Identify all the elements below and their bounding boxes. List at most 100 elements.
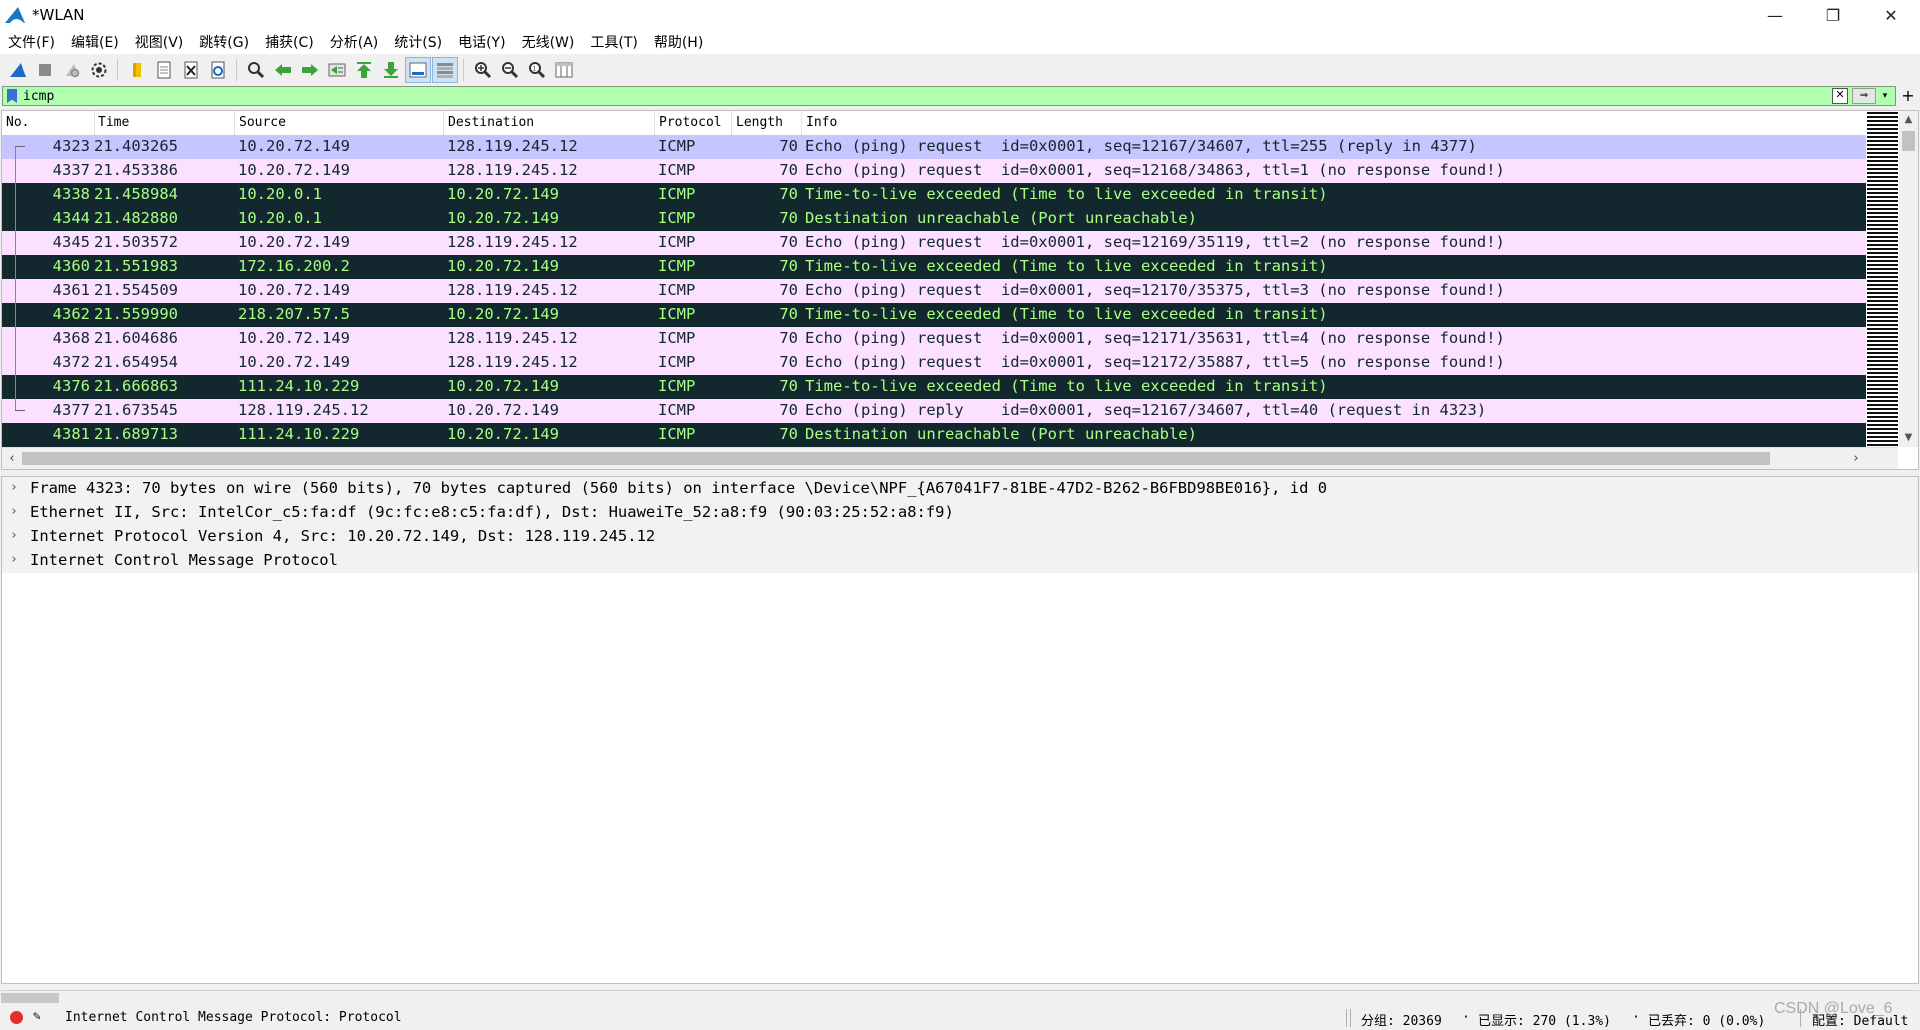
column-header-source[interactable]: Source: [239, 115, 286, 130]
zoom-reset-button[interactable]: 1: [525, 58, 549, 82]
column-divider[interactable]: [234, 111, 235, 135]
packet-row[interactable]: 4345 21.503572 10.20.72.149 128.119.245.12 I…: [2, 231, 1866, 255]
scroll-thumb[interactable]: [1902, 131, 1915, 151]
menu-go[interactable]: 跳转(G): [191, 32, 257, 52]
chevron-right-icon[interactable]: ›: [10, 552, 18, 567]
restore-button[interactable]: ❐: [1804, 0, 1862, 30]
column-divider[interactable]: [731, 111, 732, 135]
packet-destination: 128.119.245.12: [447, 281, 578, 299]
add-filter-button[interactable]: +: [1898, 86, 1918, 106]
packet-row[interactable]: 4338 21.458984 10.20.0.1 10.20.72.149 ICMP 70…: [2, 183, 1866, 207]
scroll-thumb[interactable]: [1, 993, 59, 1003]
packet-row[interactable]: 4376 21.666863 111.24.10.229 10.20.72.149 IC…: [2, 375, 1866, 399]
find-packet-button[interactable]: [244, 58, 268, 82]
go-last-packet-button[interactable]: [379, 58, 403, 82]
column-header-destination[interactable]: Destination: [448, 115, 534, 130]
start-capture-button[interactable]: [6, 58, 30, 82]
packet-row[interactable]: 4337 21.453386 10.20.72.149 128.119.245.12 I…: [2, 159, 1866, 183]
packet-row[interactable]: 4381 21.689713 111.24.10.229 10.20.72.149 IC…: [2, 423, 1866, 447]
scroll-thumb[interactable]: [22, 452, 1770, 465]
go-back-button[interactable]: [271, 58, 295, 82]
close-file-button[interactable]: [179, 58, 203, 82]
auto-scroll-button[interactable]: [404, 57, 431, 83]
column-header-length[interactable]: Length: [736, 115, 783, 130]
capture-options-button[interactable]: [87, 58, 111, 82]
packet-destination: 10.20.72.149: [447, 305, 559, 323]
detail-row-frame[interactable]: › Frame 4323: 70 bytes on wire (560 bits)…: [2, 477, 1918, 501]
resize-columns-button[interactable]: [552, 58, 576, 82]
clear-filter-button[interactable]: ✕: [1832, 88, 1848, 104]
packet-list-minimap[interactable]: [1867, 112, 1898, 447]
packet-list-vertical-scrollbar[interactable]: ▲ ▼: [1899, 111, 1918, 447]
reload-icon: [211, 61, 224, 79]
column-header-no[interactable]: No.: [6, 115, 29, 130]
menu-tools[interactable]: 工具(T): [582, 32, 645, 52]
save-file-button[interactable]: [152, 58, 176, 82]
minimize-button[interactable]: —: [1746, 0, 1804, 30]
scroll-up-icon[interactable]: ▲: [1899, 111, 1918, 129]
packet-row[interactable]: 4361 21.554509 10.20.72.149 128.119.245.12 I…: [2, 279, 1866, 303]
menu-statistics[interactable]: 统计(S): [386, 32, 450, 52]
detail-row-ethernet[interactable]: › Ethernet II, Src: IntelCor_c5:fa:df (9c…: [2, 501, 1918, 525]
scroll-down-icon[interactable]: ▼: [1899, 429, 1918, 447]
packet-list-horizontal-scrollbar[interactable]: ‹ ›: [2, 447, 1898, 469]
packet-protocol: ICMP: [658, 281, 696, 299]
bookmark-icon[interactable]: [7, 89, 17, 103]
column-divider[interactable]: [654, 111, 655, 135]
column-header-time[interactable]: Time: [98, 115, 129, 130]
go-to-packet-button[interactable]: [325, 58, 349, 82]
menu-wireless[interactable]: 无线(W): [514, 32, 583, 52]
zoom-in-button[interactable]: [471, 58, 495, 82]
reload-file-button[interactable]: [206, 58, 230, 82]
column-header-protocol[interactable]: Protocol: [659, 115, 722, 130]
packet-details-pane: › Frame 4323: 70 bytes on wire (560 bits)…: [1, 476, 1919, 984]
colorize-button[interactable]: [431, 57, 458, 83]
packet-row[interactable]: 4368 21.604686 10.20.72.149 128.119.245.12 I…: [2, 327, 1866, 351]
bytes-pane-scrollbar[interactable]: [1, 990, 1919, 1005]
chevron-right-icon[interactable]: ›: [10, 504, 18, 519]
close-file-icon: [184, 61, 197, 79]
close-button[interactable]: ✕: [1862, 0, 1920, 30]
menu-help[interactable]: 帮助(H): [646, 32, 711, 52]
detail-row-icmp[interactable]: › Internet Control Message Protocol: [2, 549, 1918, 573]
packet-row[interactable]: 4323 21.403265 10.20.72.149 128.119.245.12 I…: [2, 135, 1866, 159]
go-to-packet-icon: [328, 63, 345, 77]
display-filter-input[interactable]: [23, 87, 1832, 105]
chevron-right-icon[interactable]: ›: [10, 480, 18, 495]
menu-analyze[interactable]: 分析(A): [322, 32, 387, 52]
menu-capture[interactable]: 捕获(C): [257, 32, 322, 52]
packet-info: Echo (ping) request id=0x0001, seq=12167…: [805, 137, 1477, 155]
open-file-button[interactable]: [125, 58, 149, 82]
restart-capture-button[interactable]: [60, 58, 84, 82]
packet-row[interactable]: 4377 21.673545 128.119.245.12 10.20.72.149 I…: [2, 399, 1866, 423]
column-header-info[interactable]: Info: [806, 115, 837, 130]
stop-capture-button[interactable]: [33, 58, 57, 82]
zoom-out-button[interactable]: [498, 58, 522, 82]
status-bar: ✎ Internet Control Message Protocol: Pro…: [0, 1006, 1920, 1030]
detail-row-ipv4[interactable]: › Internet Protocol Version 4, Src: 10.20…: [2, 525, 1918, 549]
menu-telephony[interactable]: 电话(Y): [450, 32, 513, 52]
column-divider[interactable]: [443, 111, 444, 135]
packet-source: 10.20.0.1: [238, 185, 322, 203]
filter-history-dropdown[interactable]: ▾: [1879, 91, 1891, 101]
menu-edit[interactable]: 编辑(E): [63, 32, 127, 52]
go-forward-button[interactable]: [298, 58, 322, 82]
go-first-packet-button[interactable]: [352, 58, 376, 82]
scroll-left-icon[interactable]: ‹: [2, 448, 22, 469]
menu-view[interactable]: 视图(V): [127, 32, 192, 52]
column-divider[interactable]: [94, 111, 95, 135]
packet-row[interactable]: 4362 21.559990 218.207.57.5 10.20.72.149 ICM…: [2, 303, 1866, 327]
status-separator: [1346, 1009, 1347, 1027]
packet-row[interactable]: 4360 21.551983 172.16.200.2 10.20.72.149 ICM…: [2, 255, 1866, 279]
column-divider[interactable]: [801, 111, 802, 135]
packet-row[interactable]: 4344 21.482880 10.20.0.1 10.20.72.149 ICMP 70…: [2, 207, 1866, 231]
edit-comment-icon[interactable]: ✎: [33, 1009, 41, 1024]
menu-file[interactable]: 文件(F): [0, 32, 63, 52]
menu-bar: 文件(F) 编辑(E) 视图(V) 跳转(G) 捕获(C) 分析(A) 统计(S…: [0, 30, 1920, 54]
chevron-right-icon[interactable]: ›: [10, 528, 18, 543]
apply-filter-button[interactable]: ⇒: [1852, 88, 1876, 104]
scroll-right-icon[interactable]: ›: [1846, 448, 1866, 469]
expert-info-icon[interactable]: [10, 1011, 23, 1024]
packet-row[interactable]: 4372 21.654954 10.20.72.149 128.119.245.12 I…: [2, 351, 1866, 375]
packet-destination: 10.20.72.149: [447, 185, 559, 203]
